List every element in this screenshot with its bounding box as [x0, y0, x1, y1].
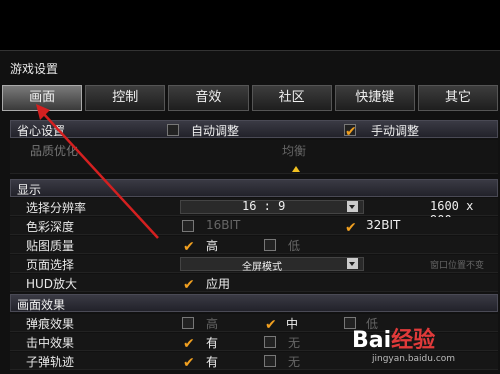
check-icon: ✔ — [345, 220, 357, 236]
top-black-area — [0, 0, 500, 50]
texture-row: 贴图质量 ✔ 高 低 — [10, 236, 498, 255]
tab-other[interactable]: 其它 — [417, 85, 499, 111]
texture-high-checkbox[interactable]: ✔ — [182, 239, 195, 255]
texture-low-label: 低 — [288, 239, 301, 253]
check-icon: ✔ — [183, 277, 195, 293]
page-mode-row: 页面选择 全屏模式 窗口位置不变 — [10, 255, 498, 273]
bullet-trail-yes-label: 有 — [206, 355, 219, 369]
hit-effect-yes-checkbox[interactable]: ✔ — [182, 336, 195, 352]
section-saver: 省心设置 自动调整 ✔ 手动调整 — [10, 120, 498, 140]
aspect-value: 16 : 9 — [242, 199, 286, 213]
watermark-brand-tail: 经验 — [391, 328, 436, 353]
watermark-brand: Bai经验 — [352, 322, 435, 354]
texture-low-checkbox[interactable] — [264, 239, 276, 251]
bullet-mark-label: 弹痕效果 — [26, 317, 75, 331]
tab-controls[interactable]: 控制 — [85, 85, 166, 111]
bullet-trail-no-checkbox[interactable] — [264, 355, 276, 367]
quality-slider-knob[interactable] — [292, 166, 300, 172]
color-depth-row: 色彩深度 16BIT ✔ 32BIT — [10, 217, 498, 236]
auto-adjust-label: 自动调整 — [191, 124, 240, 138]
bullet-mark-mid-checkbox[interactable]: ✔ — [264, 317, 277, 333]
hud-label: HUD放大 — [26, 277, 78, 291]
check-icon: ✔ — [183, 336, 195, 352]
watermark-brand-main: Bai — [352, 328, 392, 353]
hit-effect-no-label: 无 — [288, 336, 301, 350]
color-32bit-label: 32BIT — [366, 218, 401, 232]
check-icon: ✔ — [345, 124, 357, 140]
check-icon: ✔ — [265, 317, 277, 333]
baidu-watermark: Bai经验 jingyan.baidu.com — [352, 320, 500, 374]
hit-effect-yes-label: 有 — [206, 336, 219, 350]
hit-effect-label: 击中效果 — [26, 336, 75, 350]
window-title: 游戏设置 — [10, 62, 59, 76]
quality-value: 均衡 — [282, 144, 307, 158]
section-effects: 画面效果 — [10, 294, 498, 312]
quality-row: 品质优化 均衡 — [10, 140, 498, 174]
tab-community[interactable]: 社区 — [251, 85, 332, 111]
color-16bit-label: 16BIT — [206, 218, 241, 232]
hud-value: 应用 — [206, 277, 231, 291]
tab-bar: 画面 控制 音效 社区 快捷键 其它 — [2, 85, 499, 111]
tab-hotkeys[interactable]: 快捷键 — [334, 85, 415, 111]
color-16bit-checkbox[interactable] — [182, 220, 194, 232]
watermark-url: jingyan.baidu.com — [372, 354, 456, 364]
auto-adjust-checkbox[interactable] — [167, 124, 179, 136]
aspect-dropdown-arrow-icon[interactable] — [347, 201, 358, 212]
bullet-mark-mid-label: 中 — [286, 317, 299, 331]
color-32bit-checkbox[interactable]: ✔ — [344, 220, 357, 236]
bullet-trail-label: 子弹轨迹 — [26, 355, 75, 369]
section-display-label: 显示 — [17, 183, 42, 197]
hud-row: HUD放大 ✔ 应用 — [10, 274, 498, 293]
bullet-mark-high-label: 高 — [206, 317, 219, 331]
manual-adjust-label: 手动调整 — [371, 124, 420, 138]
bullet-trail-no-label: 无 — [288, 355, 301, 369]
texture-label: 贴图质量 — [26, 239, 75, 253]
bullet-mark-high-checkbox[interactable] — [182, 317, 194, 329]
bullet-trail-yes-checkbox[interactable]: ✔ — [182, 355, 195, 371]
page-mode-value: 全屏模式 — [242, 262, 282, 273]
section-effects-label: 画面效果 — [17, 298, 66, 312]
resolution-label: 选择分辨率 — [26, 201, 87, 215]
section-saver-label: 省心设置 — [17, 124, 66, 138]
check-icon: ✔ — [183, 239, 195, 255]
section-display: 显示 — [10, 179, 498, 197]
tab-sound[interactable]: 音效 — [168, 85, 249, 111]
check-icon: ✔ — [183, 355, 195, 371]
hit-effect-no-checkbox[interactable] — [264, 336, 276, 348]
page-mode-dropdown-arrow-icon[interactable] — [347, 258, 358, 269]
manual-adjust-checkbox[interactable]: ✔ — [344, 124, 357, 140]
quality-label: 品质优化 — [30, 144, 79, 158]
texture-high-label: 高 — [206, 239, 219, 253]
hud-checkbox[interactable]: ✔ — [182, 277, 195, 293]
window-position-text: 窗口位置不变 — [430, 261, 485, 271]
resolution-row: 选择分辨率 16 : 9 1600 x 900 — [10, 198, 498, 227]
tab-graphics[interactable]: 画面 — [2, 85, 83, 111]
color-depth-label: 色彩深度 — [26, 220, 75, 234]
page-mode-label: 页面选择 — [26, 258, 75, 272]
